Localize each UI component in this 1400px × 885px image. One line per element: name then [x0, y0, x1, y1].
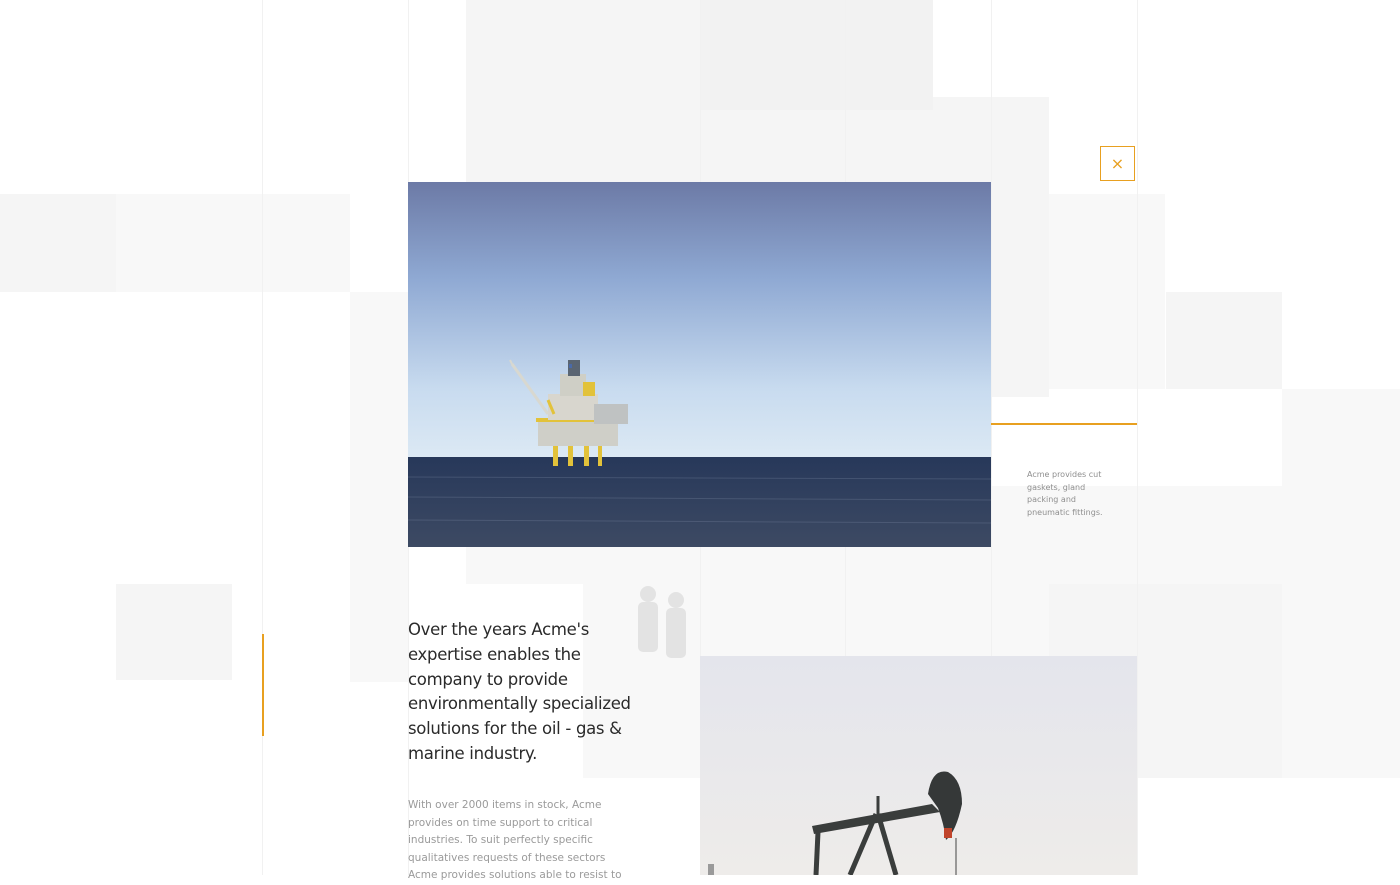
close-button[interactable]: × [1100, 146, 1135, 181]
pumpjack-illustration [700, 656, 1137, 875]
intro-headline: Over the years Acme's expertise enables … [408, 620, 631, 763]
accent-divider [991, 423, 1137, 425]
close-icon: × [1110, 153, 1125, 173]
offshore-platform-illustration [408, 182, 991, 547]
intro-body: With over 2000 items in stock, Acme prov… [408, 799, 622, 881]
pumpjack-image [700, 656, 1137, 875]
side-caption: Acme provides cut gaskets, gland packing… [1027, 470, 1103, 517]
hero-image-offshore-platform [408, 182, 991, 547]
accent-vertical-bar [262, 634, 264, 736]
